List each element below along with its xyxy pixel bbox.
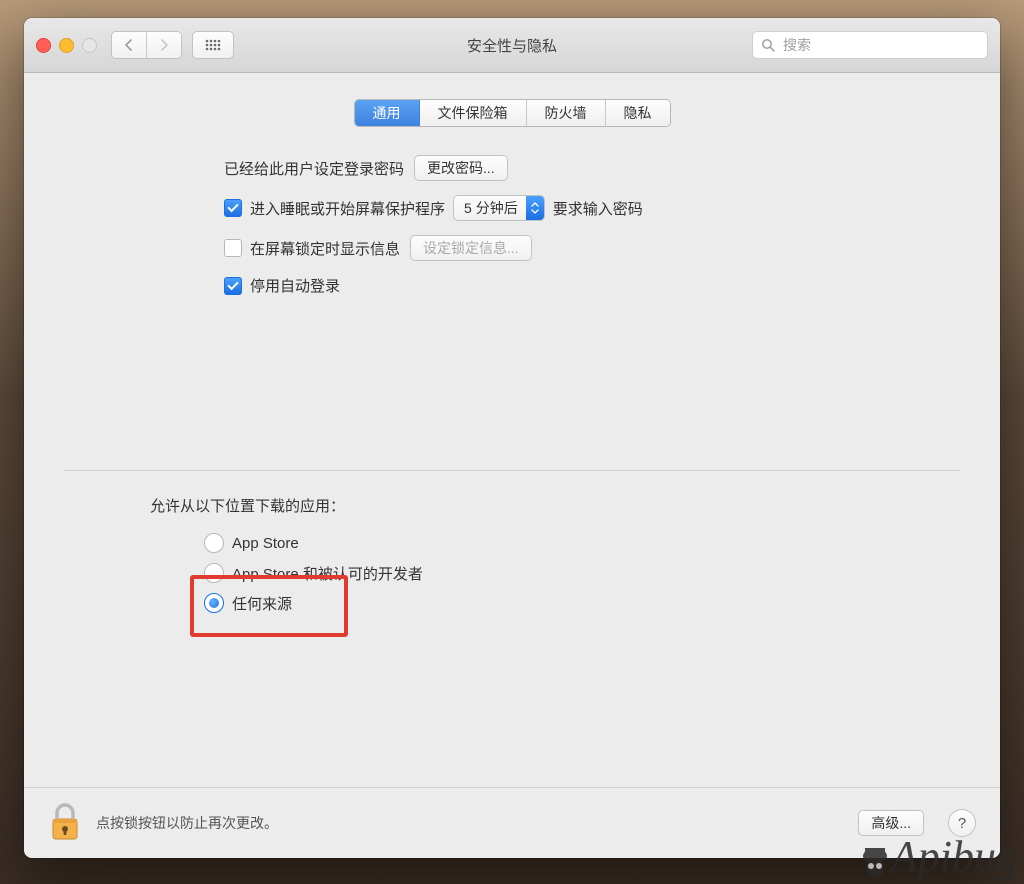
help-button[interactable]: ?: [948, 809, 976, 837]
tab-general[interactable]: 通用: [355, 100, 420, 126]
radio-identified-label: App Store 和被认可的开发者: [232, 563, 423, 584]
require-password-suffix: 要求输入密码: [553, 198, 643, 219]
show-message-label: 在屏幕锁定时显示信息: [250, 238, 400, 259]
radio-row-appstore[interactable]: App Store: [204, 528, 960, 558]
divider: [64, 470, 960, 471]
show-all-button[interactable]: [192, 31, 234, 59]
require-password-row: 进入睡眠或开始屏幕保护程序 5 分钟后 要求输入密码: [224, 195, 950, 221]
show-message-checkbox[interactable]: [224, 239, 242, 257]
minimize-button[interactable]: [59, 38, 74, 53]
back-button[interactable]: [112, 32, 146, 58]
disable-auto-login-row: 停用自动登录: [224, 275, 950, 296]
radio-anywhere-label: 任何来源: [232, 593, 292, 614]
footer: 点按锁按钮以防止再次更改。 高级... ?: [24, 787, 1000, 858]
tab-bar: 通用 文件保险箱 防火墙 隐私: [354, 99, 671, 127]
disable-auto-login-label: 停用自动登录: [250, 275, 340, 296]
change-password-button[interactable]: 更改密码...: [414, 155, 508, 181]
tab-privacy[interactable]: 隐私: [606, 100, 670, 126]
maximize-button: [82, 38, 97, 53]
search-input[interactable]: [781, 36, 979, 54]
advanced-button[interactable]: 高级...: [858, 810, 924, 836]
allow-apps-radio-group: App Store App Store 和被认可的开发者 任何来源: [204, 528, 960, 618]
radio-identified[interactable]: [204, 563, 224, 583]
forward-button[interactable]: [146, 32, 181, 58]
set-lock-message-button: 设定锁定信息...: [410, 235, 532, 261]
lock-icon[interactable]: [48, 803, 82, 843]
traffic-lights: [36, 38, 97, 53]
tab-firewall[interactable]: 防火墙: [527, 100, 606, 126]
require-password-prefix: 进入睡眠或开始屏幕保护程序: [250, 198, 445, 219]
disable-auto-login-checkbox[interactable]: [224, 277, 242, 295]
require-password-delay-select[interactable]: 5 分钟后: [453, 195, 545, 221]
lock-text: 点按锁按钮以防止再次更改。: [96, 813, 278, 833]
close-button[interactable]: [36, 38, 51, 53]
require-password-checkbox[interactable]: [224, 199, 242, 217]
general-section: 已经给此用户设定登录密码 更改密码... 进入睡眠或开始屏幕保护程序 5 分钟后…: [64, 155, 960, 330]
radio-appstore[interactable]: [204, 533, 224, 553]
search-icon: [761, 38, 775, 52]
search-field[interactable]: [752, 31, 988, 59]
radio-appstore-label: App Store: [232, 535, 299, 552]
titlebar: 安全性与隐私: [24, 18, 1000, 73]
radio-row-anywhere[interactable]: 任何来源: [204, 588, 960, 618]
tab-filevault[interactable]: 文件保险箱: [420, 100, 527, 126]
radio-anywhere[interactable]: [204, 593, 224, 613]
preferences-window: 安全性与隐私 通用 文件保险箱 防火墙 隐私 已经给此用户设定登录密码 更改密码…: [24, 18, 1000, 858]
window-body: 通用 文件保险箱 防火墙 隐私 已经给此用户设定登录密码 更改密码... 进入睡…: [24, 73, 1000, 858]
show-message-row: 在屏幕锁定时显示信息 设定锁定信息...: [224, 235, 950, 261]
require-password-delay-value: 5 分钟后: [464, 198, 518, 218]
password-set-label: 已经给此用户设定登录密码: [224, 158, 404, 179]
allow-apps-section: 允许从以下位置下载的应用： App Store App Store 和被认可的开…: [64, 495, 960, 618]
nav-buttons: [111, 31, 182, 59]
password-row: 已经给此用户设定登录密码 更改密码...: [224, 155, 950, 181]
stepper-icon: [526, 196, 544, 220]
allow-apps-heading: 允许从以下位置下载的应用：: [150, 495, 960, 516]
radio-row-identified[interactable]: App Store 和被认可的开发者: [204, 558, 960, 588]
